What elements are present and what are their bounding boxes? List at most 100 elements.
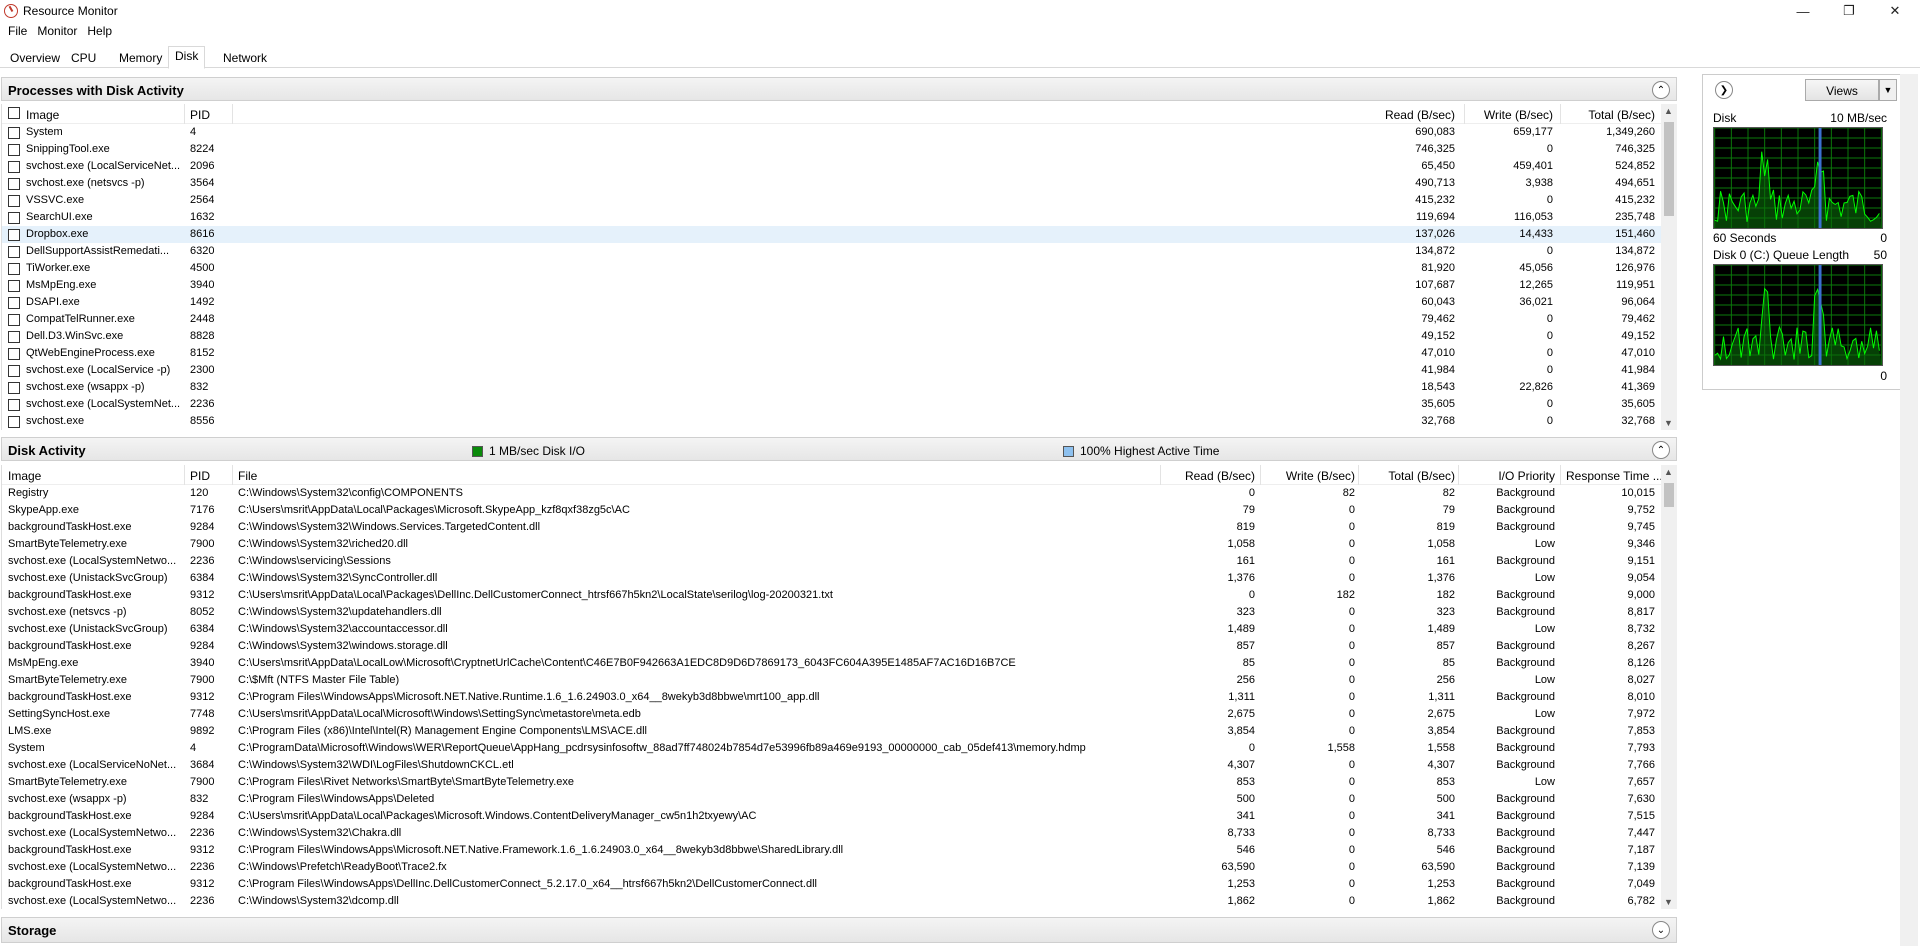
disk-activity-scroll-thumb[interactable]: [1664, 483, 1674, 507]
disk-activity-row[interactable]: MsMpEng.exe 3940 C:\Users\msrit\AppData\Lo…: [2, 655, 1661, 672]
disk-activity-row[interactable]: svchost.exe (netsvcs -p) 8052 C:\Windows\S…: [2, 604, 1661, 621]
disk-activity-row[interactable]: SmartByteTelemetry.exe 7900 C:\Windows\Sys…: [2, 536, 1661, 553]
process-checkbox[interactable]: [8, 348, 20, 360]
process-checkbox[interactable]: [8, 314, 20, 326]
disk-activity-row[interactable]: backgroundTaskHost.exe 9284 C:\Windows\Sys…: [2, 638, 1661, 655]
disk-activity-row[interactable]: backgroundTaskHost.exe 9284 C:\Users\msrit…: [2, 808, 1661, 825]
process-checkbox[interactable]: [8, 161, 20, 173]
col-pid[interactable]: PID: [190, 469, 210, 483]
disk-activity-row[interactable]: svchost.exe (LocalSystemNetwo... 2236 C:\W…: [2, 893, 1661, 909]
disk-activity-row[interactable]: SettingSyncHost.exe 7748 C:\Users\msrit\Ap…: [2, 706, 1661, 723]
process-checkbox[interactable]: [8, 365, 20, 377]
process-checkbox[interactable]: [8, 331, 20, 343]
disk-activity-row[interactable]: svchost.exe (LocalSystemNetwo... 2236 C:\W…: [2, 553, 1661, 570]
process-row[interactable]: CompatTelRunner.exe 2448 79,462 0 79,462: [2, 311, 1661, 328]
disk-activity-row[interactable]: backgroundTaskHost.exe 9312 C:\Users\msrit…: [2, 587, 1661, 604]
process-checkbox[interactable]: [8, 399, 20, 411]
menu-help[interactable]: Help: [87, 22, 120, 42]
disk-activity-panel-header[interactable]: Disk Activity 1 MB/sec Disk I/O 100% Hig…: [1, 437, 1677, 461]
col-pid[interactable]: PID: [190, 108, 210, 122]
tab-cpu[interactable]: CPU: [64, 48, 103, 68]
col-file[interactable]: File: [238, 469, 257, 483]
process-checkbox[interactable]: [8, 178, 20, 190]
process-checkbox[interactable]: [8, 229, 20, 241]
process-row[interactable]: svchost.exe (LocalService -p) 2300 41,984 0…: [2, 362, 1661, 379]
disk-activity-row[interactable]: System 4 C:\ProgramData\Microsoft\Windows\…: [2, 740, 1661, 757]
process-checkbox[interactable]: [8, 246, 20, 258]
tab-overview[interactable]: Overview: [3, 48, 67, 68]
process-row[interactable]: SearchUI.exe 1632 119,694 116,053 235,748: [2, 209, 1661, 226]
process-checkbox[interactable]: [8, 382, 20, 394]
views-button[interactable]: Views: [1805, 79, 1879, 101]
process-checkbox[interactable]: [8, 127, 20, 139]
processes-scroll-thumb[interactable]: [1664, 122, 1674, 216]
process-row[interactable]: MsMpEng.exe 3940 107,687 12,265 119,951: [2, 277, 1661, 294]
col-total[interactable]: Total (B/sec): [1388, 469, 1455, 483]
process-row[interactable]: TiWorker.exe 4500 81,920 45,056 126,976: [2, 260, 1661, 277]
process-row[interactable]: DSAPI.exe 1492 60,043 36,021 96,064: [2, 294, 1661, 311]
disk-activity-row[interactable]: Registry 120 C:\Windows\System32\config\CO…: [2, 485, 1661, 502]
hide-graphs-button[interactable]: ❯: [1715, 81, 1733, 99]
select-all-processes-checkbox[interactable]: [8, 107, 20, 119]
process-row[interactable]: svchost.exe 8556 32,768 0 32,768: [2, 413, 1661, 430]
disk-activity-row[interactable]: backgroundTaskHost.exe 9284 C:\Windows\Sys…: [2, 519, 1661, 536]
close-button[interactable]: ✕: [1872, 0, 1918, 22]
col-write[interactable]: Write (B/sec): [1484, 108, 1553, 122]
process-row[interactable]: svchost.exe (LocalSystemNet... 2236 35,605…: [2, 396, 1661, 413]
col-response-time[interactable]: Response Time ...: [1566, 469, 1661, 483]
disk-activity-row[interactable]: SkypeApp.exe 7176 C:\Users\msrit\AppData\L…: [2, 502, 1661, 519]
process-checkbox[interactable]: [8, 280, 20, 292]
process-row[interactable]: Dropbox.exe 8616 137,026 14,433 151,460: [2, 226, 1661, 243]
disk-activity-row[interactable]: backgroundTaskHost.exe 9312 C:\Program Fil…: [2, 876, 1661, 893]
collapse-processes-button[interactable]: ⌃: [1652, 81, 1670, 99]
disk-activity-row[interactable]: svchost.exe (wsappx -p) 832 C:\Program Fil…: [2, 791, 1661, 808]
col-image[interactable]: Image: [8, 469, 41, 483]
process-row[interactable]: QtWebEngineProcess.exe 8152 47,010 0 47,010: [2, 345, 1661, 362]
views-dropdown-arrow[interactable]: ▼: [1879, 79, 1897, 101]
process-row[interactable]: DellSupportAssistRemedati... 6320 134,872 0…: [2, 243, 1661, 260]
disk-activity-row[interactable]: backgroundTaskHost.exe 9312 C:\Program Fil…: [2, 842, 1661, 859]
process-checkbox[interactable]: [8, 263, 20, 275]
process-row[interactable]: SnippingTool.exe 8224 746,325 0 746,325: [2, 141, 1661, 158]
tab-network[interactable]: Network: [216, 48, 274, 68]
expand-storage-button[interactable]: ⌄: [1652, 921, 1670, 939]
col-read[interactable]: Read (B/sec): [1385, 108, 1455, 122]
disk-activity-scrollbar[interactable]: ▲ ▼: [1661, 465, 1677, 909]
process-checkbox[interactable]: [8, 416, 20, 428]
maximize-button[interactable]: ❐: [1826, 0, 1872, 22]
processes-panel-header[interactable]: Processes with Disk Activity ⌃: [1, 77, 1677, 101]
process-row[interactable]: svchost.exe (LocalServiceNet... 2096 65,45…: [2, 158, 1661, 175]
col-read[interactable]: Read (B/sec): [1185, 469, 1255, 483]
disk-activity-row[interactable]: svchost.exe (LocalSystemNetwo... 2236 C:\W…: [2, 825, 1661, 842]
collapse-disk-activity-button[interactable]: ⌃: [1652, 441, 1670, 459]
menu-file[interactable]: File: [8, 22, 35, 42]
minimize-button[interactable]: —: [1780, 0, 1826, 22]
tab-memory[interactable]: Memory: [112, 48, 169, 68]
disk-activity-row[interactable]: SmartByteTelemetry.exe 7900 C:\$Mft (NTFS …: [2, 672, 1661, 689]
disk-activity-row[interactable]: svchost.exe (UnistackSvcGroup) 6384 C:\Win…: [2, 570, 1661, 587]
process-row[interactable]: System 4 690,083 659,177 1,349,260: [2, 124, 1661, 141]
col-total[interactable]: Total (B/sec): [1588, 108, 1655, 122]
disk-activity-row[interactable]: svchost.exe (UnistackSvcGroup) 6384 C:\Win…: [2, 621, 1661, 638]
col-write[interactable]: Write (B/sec): [1286, 469, 1355, 483]
disk-activity-row[interactable]: SmartByteTelemetry.exe 7900 C:\Program Fil…: [2, 774, 1661, 791]
storage-panel-header[interactable]: Storage ⌄: [1, 917, 1677, 943]
disk-activity-row[interactable]: svchost.exe (LocalServiceNoNet... 3684 C:\…: [2, 757, 1661, 774]
tab-disk[interactable]: Disk: [168, 46, 206, 69]
process-row[interactable]: VSSVC.exe 2564 415,232 0 415,232: [2, 192, 1661, 209]
process-row[interactable]: svchost.exe (netsvcs -p) 3564 490,713 3,938…: [2, 175, 1661, 192]
process-checkbox[interactable]: [8, 195, 20, 207]
disk-activity-row[interactable]: svchost.exe (LocalSystemNetwo... 2236 C:\W…: [2, 859, 1661, 876]
disk-activity-row[interactable]: LMS.exe 9892 C:\Program Files (x86)\Intel\…: [2, 723, 1661, 740]
process-checkbox[interactable]: [8, 144, 20, 156]
process-row[interactable]: svchost.exe (wsappx -p) 832 18,543 22,826 41…: [2, 379, 1661, 396]
col-image[interactable]: Image: [26, 108, 59, 122]
processes-scrollbar[interactable]: ▲ ▼: [1661, 104, 1677, 430]
process-checkbox[interactable]: [8, 212, 20, 224]
window-scrollbar[interactable]: [1900, 74, 1918, 946]
menu-monitor[interactable]: Monitor: [37, 22, 85, 42]
process-row[interactable]: Dell.D3.WinSvc.exe 8828 49,152 0 49,152: [2, 328, 1661, 345]
process-checkbox[interactable]: [8, 297, 20, 309]
col-io-priority[interactable]: I/O Priority: [1498, 469, 1555, 483]
disk-activity-row[interactable]: backgroundTaskHost.exe 9312 C:\Program Fil…: [2, 689, 1661, 706]
